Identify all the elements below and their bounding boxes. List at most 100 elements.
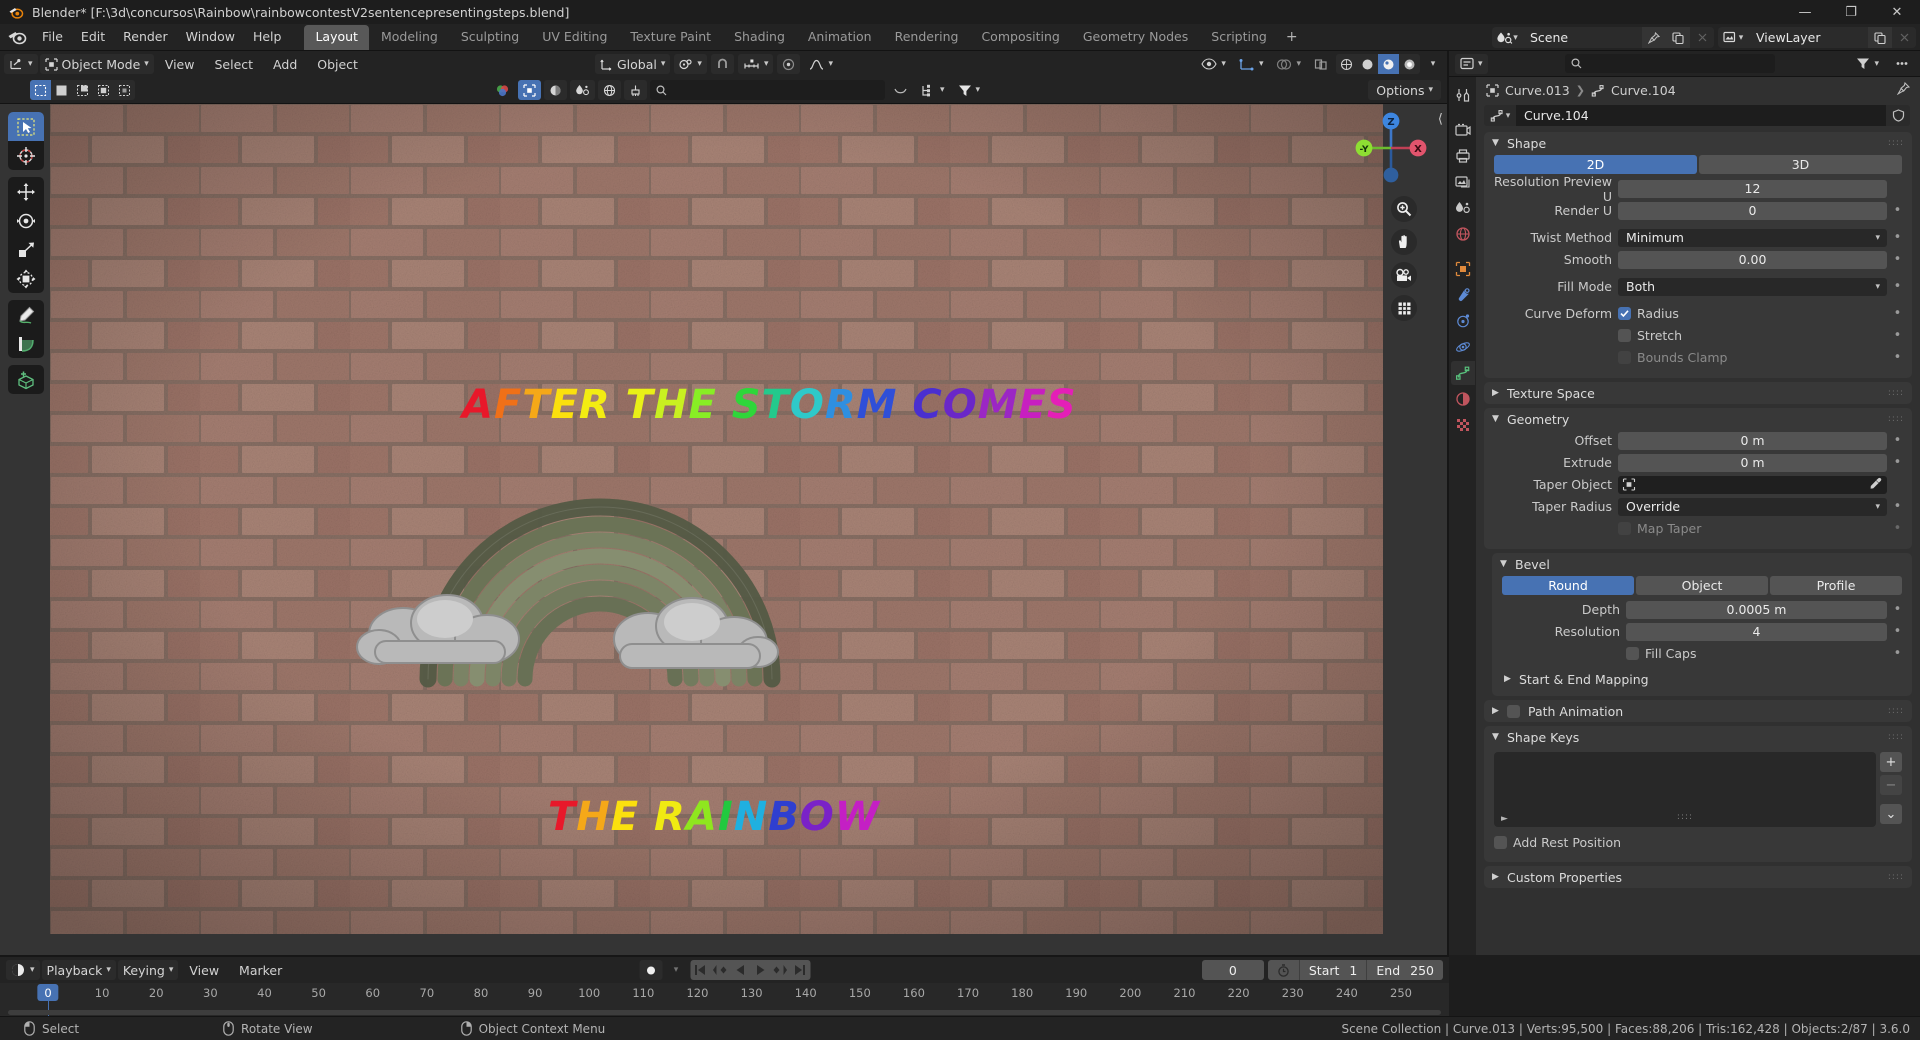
play-button[interactable] [750, 960, 770, 980]
workspace-tab-compositing[interactable]: Compositing [970, 25, 1070, 50]
jump-to-start-button[interactable] [690, 960, 710, 980]
use-preview-range-icon[interactable] [1268, 960, 1299, 980]
viewport-menu-object[interactable]: Object [308, 54, 367, 75]
jump-to-next-keyframe-button[interactable] [770, 960, 790, 980]
add-cube-tool-icon[interactable] [8, 365, 44, 394]
workspace-tab-rendering[interactable]: Rendering [884, 25, 970, 50]
bounds-clamp-checkbox[interactable] [1618, 351, 1631, 364]
menu-help[interactable]: Help [244, 26, 291, 48]
workspace-tab-texture-paint[interactable]: Texture Paint [619, 25, 722, 50]
viewport-menu-select[interactable]: Select [205, 54, 262, 75]
brush-filter-icon[interactable] [624, 80, 647, 100]
offset-decorator-icon[interactable]: • [1893, 434, 1902, 447]
new-scene-icon[interactable] [1666, 27, 1690, 48]
select-box-mode-icon[interactable] [30, 80, 51, 100]
collection-color-icon[interactable] [490, 80, 515, 100]
sidebar-collapse-arrow-icon[interactable]: ⟨ [1438, 112, 1443, 127]
radius-decorator-icon[interactable]: • [1893, 307, 1902, 320]
properties-options-icon[interactable] [1890, 54, 1914, 74]
workspace-tab-scripting[interactable]: Scripting [1200, 25, 1278, 50]
radius-checkbox[interactable] [1618, 307, 1631, 320]
maximize-button[interactable]: ❐ [1828, 0, 1874, 24]
bevel-profile-button[interactable]: Profile [1770, 576, 1902, 595]
toggle-ortho-perspective-icon[interactable] [1391, 295, 1417, 321]
shape-key-specials-menu-button[interactable]: ⌄ [1880, 804, 1902, 824]
show-gizmo-toggle[interactable]: ▾ [1196, 54, 1231, 74]
proportional-editing-toggle[interactable] [777, 54, 801, 74]
panel-geometry-header[interactable]: ▼ Geometry :::: [1484, 408, 1912, 430]
snap-magnet-toggle[interactable] [710, 54, 734, 74]
taper-radius-decorator-icon[interactable]: • [1893, 500, 1902, 513]
tool-tab-icon[interactable] [1451, 83, 1475, 107]
bevel-resolution-field[interactable]: 4 [1626, 622, 1887, 641]
smooth-field[interactable]: 0.00 [1618, 250, 1887, 269]
timeline-menu-marker[interactable]: Marker [230, 960, 291, 981]
select-intersect-mode-icon[interactable] [93, 80, 114, 100]
start-frame-field[interactable]: Start 1 [1298, 960, 1367, 980]
menu-render[interactable]: Render [114, 26, 177, 48]
physics-tab-icon[interactable] [1451, 335, 1475, 359]
bevel-depth-decorator-icon[interactable]: • [1893, 603, 1902, 616]
bevel-resolution-decorator-icon[interactable]: • [1893, 625, 1902, 638]
blender-menu-icon[interactable] [7, 27, 27, 47]
material-filter-icon[interactable] [544, 80, 567, 100]
move-tool-icon[interactable] [8, 177, 44, 206]
add-rest-position-checkbox[interactable] [1494, 836, 1507, 849]
select-extend-mode-icon[interactable] [51, 80, 72, 100]
fill-caps-checkbox[interactable] [1626, 647, 1639, 660]
world-filter-icon[interactable] [598, 80, 621, 100]
gizmo-toggle[interactable]: ▾ [1234, 54, 1269, 74]
xray-toggle[interactable] [1309, 54, 1333, 74]
overlays-toggle[interactable]: ▾ [1271, 54, 1306, 74]
workspace-tab-sculpting[interactable]: Sculpting [450, 25, 530, 50]
workspace-tab-layout[interactable]: Layout [304, 24, 369, 50]
timeline-ruler[interactable]: 0 10 20 30 40 50 60 70 80 90 100 110 120 130 140 150 160… [0, 983, 1449, 1017]
timeline-menu-view[interactable]: View [180, 960, 228, 981]
stretch-decorator-icon[interactable]: • [1893, 329, 1902, 342]
render-u-decorator-icon[interactable]: • [1893, 204, 1902, 217]
bevel-depth-field[interactable]: 0.0005 m [1626, 600, 1887, 619]
playback-popover-button[interactable]: Playback ▾ [41, 960, 116, 980]
datablock-name-field[interactable]: Curve.104 [1516, 105, 1886, 126]
auto-keying-toggle[interactable] [639, 960, 662, 980]
remove-viewlayer-icon[interactable] [1892, 27, 1916, 48]
world-tab-icon[interactable] [1451, 222, 1475, 246]
extrude-field[interactable]: 0 m [1618, 453, 1887, 472]
smooth-decorator-icon[interactable]: • [1893, 253, 1902, 266]
unlink-scene-icon[interactable] [1690, 27, 1714, 48]
wireframe-shading-button[interactable] [1336, 54, 1357, 74]
jump-to-end-button[interactable] [790, 960, 810, 980]
solid-shading-button[interactable] [1357, 54, 1378, 74]
add-workspace-button[interactable]: + [1279, 26, 1305, 48]
panel-texture-space-header[interactable]: ▶ Texture Space :::: [1484, 382, 1912, 404]
panel-start-end-mapping-header[interactable]: ▶ Start & End Mapping [1492, 668, 1912, 690]
current-frame-indicator[interactable]: 0 [37, 984, 59, 1001]
map-taper-checkbox[interactable] [1618, 522, 1631, 535]
transform-tool-icon[interactable] [8, 264, 44, 293]
select-difference-mode-icon[interactable] [114, 80, 135, 100]
scale-tool-icon[interactable] [8, 235, 44, 264]
object-data-tab-icon[interactable] [1450, 361, 1475, 385]
object-filter-icon[interactable] [518, 80, 541, 100]
workspace-tab-geometry-nodes[interactable]: Geometry Nodes [1072, 25, 1199, 50]
proportional-falloff-dropdown[interactable]: ▾ [804, 54, 838, 74]
current-frame-field[interactable]: 0 [1201, 960, 1264, 980]
dimension-2d-button[interactable]: 2D [1494, 155, 1697, 174]
end-frame-field[interactable]: End 250 [1366, 960, 1443, 980]
menu-window[interactable]: Window [177, 26, 244, 48]
render-tab-icon[interactable] [1451, 118, 1475, 142]
move-view-icon[interactable] [1391, 229, 1417, 255]
taper-radius-dropdown[interactable]: Override ▾ [1618, 497, 1887, 516]
new-viewlayer-icon[interactable] [1868, 27, 1892, 48]
panel-bevel-header[interactable]: ▼ Bevel [1492, 553, 1912, 575]
twist-method-decorator-icon[interactable]: • [1893, 231, 1902, 244]
minimize-button[interactable]: — [1782, 0, 1828, 24]
workspace-tab-animation[interactable]: Animation [797, 25, 883, 50]
path-animation-checkbox[interactable] [1507, 704, 1520, 718]
shape-keys-list[interactable]: ► :::: [1494, 752, 1876, 827]
bevel-round-button[interactable]: Round [1502, 576, 1634, 595]
jump-to-prev-keyframe-button[interactable] [710, 960, 730, 980]
editor-type-button[interactable]: ▾ [4, 54, 38, 74]
bevel-object-button[interactable]: Object [1636, 576, 1768, 595]
properties-search-input[interactable] [1564, 54, 1775, 73]
